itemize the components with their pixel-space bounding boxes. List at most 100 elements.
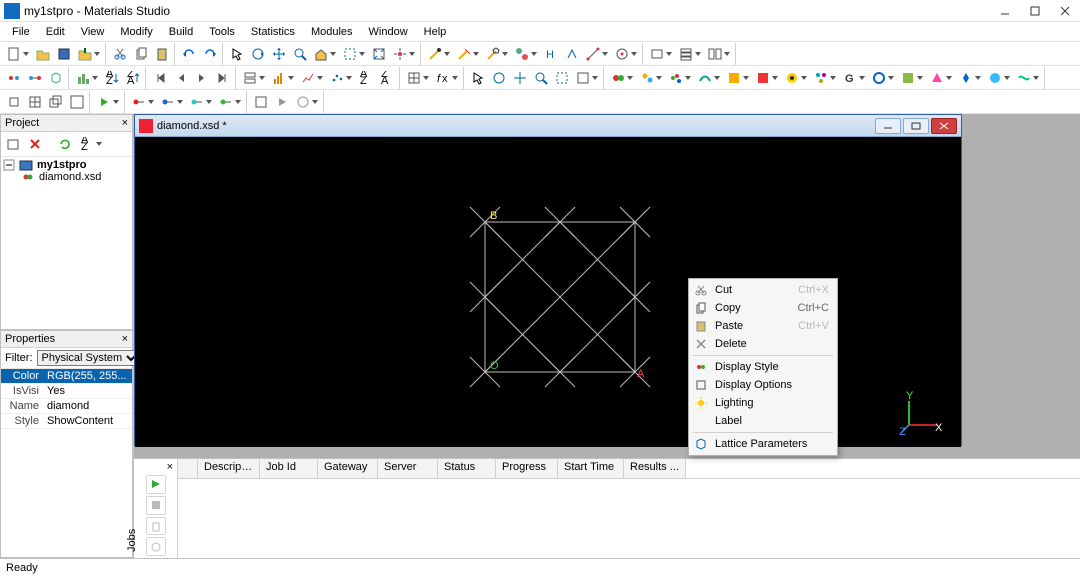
module-14-button[interactable] [985,68,1013,88]
close-button[interactable] [1050,0,1080,22]
project-delete-button[interactable] [25,134,45,154]
center-view-button[interactable] [390,44,418,64]
jobs-col-gateway[interactable]: Gateway [318,459,378,478]
selection-mode-button[interactable] [340,44,368,64]
jobs-col-description[interactable]: Descript... [198,459,260,478]
copy-button[interactable] [131,44,151,64]
module-13-button[interactable] [956,68,984,88]
doc-minimize-button[interactable] [875,118,901,134]
open-button[interactable] [33,44,53,64]
context-menu-display-style[interactable]: Display Style [689,358,837,376]
prop-row-isvisible[interactable]: IsVisiYes [1,384,132,399]
cell-grid-button[interactable] [25,92,45,112]
jobs-col-server[interactable]: Server [378,459,438,478]
module-15-button[interactable] [1014,68,1042,88]
menu-statistics[interactable]: Statistics [243,24,303,40]
fit-view-button[interactable] [369,44,389,64]
project-new-folder-button[interactable] [3,134,23,154]
menu-edit[interactable]: Edit [38,24,73,40]
module-4-button[interactable] [695,68,723,88]
context-menu-label[interactable]: Label [689,412,837,430]
maximize-button[interactable] [1020,0,1050,22]
adjust-hydrogen-button[interactable]: H [541,44,561,64]
home-view-button[interactable] [311,44,339,64]
project-tree-item[interactable]: diamond.xsd [3,171,130,183]
cell-single-button[interactable] [4,92,24,112]
picker-pointer-button[interactable] [468,68,488,88]
clean-button[interactable] [562,44,582,64]
module-2-button[interactable] [637,68,665,88]
menu-modules[interactable]: Modules [303,24,361,40]
module-7-button[interactable] [782,68,810,88]
menu-window[interactable]: Window [361,24,416,40]
menu-build[interactable]: Build [161,24,201,40]
grid-toggle-button[interactable] [404,68,432,88]
prop-row-style[interactable]: StyleShowContent [1,414,132,429]
measure-distance-button[interactable] [583,44,611,64]
jobs-stop-button[interactable] [146,496,166,515]
module-8-button[interactable] [811,68,839,88]
chart-bar-button[interactable] [269,68,297,88]
module-6-button[interactable] [753,68,781,88]
picker-zoom-button[interactable] [531,68,551,88]
chart-column-button[interactable] [73,68,101,88]
jobs-table-body[interactable] [178,479,1080,558]
menu-view[interactable]: View [73,24,113,40]
module-9-button[interactable]: G [840,68,868,88]
picker-rotate-button[interactable] [489,68,509,88]
run-script-button[interactable] [251,92,271,112]
sketch-fragment-button[interactable] [454,44,482,64]
toggle-view-button[interactable] [647,44,675,64]
context-menu-copy[interactable]: CopyCtrl+C [689,299,837,317]
chart-line-button[interactable] [298,68,326,88]
module-12-button[interactable] [927,68,955,88]
create-centroid-button[interactable] [612,44,640,64]
run-job-button[interactable] [272,92,292,112]
bond-green-button[interactable] [216,92,244,112]
modify-element-button[interactable] [512,44,540,64]
module-3-button[interactable] [666,68,694,88]
jobs-delete-button[interactable] [146,517,166,536]
func-insert-button[interactable]: fx [433,68,461,88]
cell-full-button[interactable] [67,92,87,112]
animation-play-button[interactable] [94,92,122,112]
picker-move-button[interactable] [510,68,530,88]
module-1-button[interactable] [608,68,636,88]
stack-view-button[interactable] [676,44,704,64]
new-doc-button[interactable] [4,44,32,64]
prev-first-button[interactable] [150,68,170,88]
project-sort-button[interactable]: AZ [77,134,105,154]
prop-row-color[interactable]: ColorRGB(255, 255... [1,369,132,384]
next-last-button[interactable] [213,68,233,88]
sort-chart-asc-button[interactable]: AZ [356,68,376,88]
redo-button[interactable] [200,44,220,64]
context-menu-lighting[interactable]: Lighting [689,394,837,412]
cut-button[interactable] [110,44,130,64]
jobs-col-jobid[interactable]: Job Id [260,459,318,478]
menu-help[interactable]: Help [416,24,455,40]
save-button[interactable] [54,44,74,64]
module-10-button[interactable] [869,68,897,88]
jobs-col-status[interactable]: Status [438,459,496,478]
prop-row-name[interactable]: Namediamond [1,399,132,414]
menu-modify[interactable]: Modify [112,24,160,40]
sketch-ring-button[interactable] [483,44,511,64]
jobs-settings-button[interactable] [146,537,166,556]
project-close-icon[interactable]: × [122,117,128,129]
bond-blue-button[interactable] [158,92,186,112]
sort-asc-button[interactable]: AZ [102,68,122,88]
bond-cyan-button[interactable] [187,92,215,112]
context-menu-display-options[interactable]: Display Options [689,376,837,394]
atoms-dialog-button[interactable] [4,68,24,88]
doc-maximize-button[interactable] [903,118,929,134]
jobs-col-progress[interactable]: Progress [496,459,558,478]
import-button[interactable] [75,44,103,64]
minimize-button[interactable] [990,0,1020,22]
chart-scatter-button[interactable] [327,68,355,88]
rotate-button[interactable] [248,44,268,64]
project-refresh-button[interactable] [55,134,75,154]
jobs-col-results[interactable]: Results ... [624,459,686,478]
zoom-button[interactable] [290,44,310,64]
prev-button[interactable] [171,68,191,88]
project-tree-root[interactable]: my1stpro [3,159,130,171]
